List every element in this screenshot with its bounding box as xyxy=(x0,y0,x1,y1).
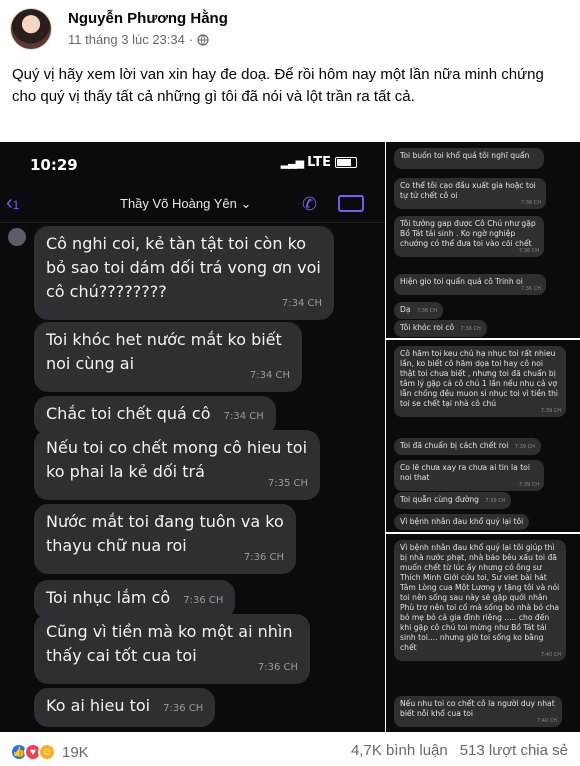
signal-icon: ▂▃▅ xyxy=(280,156,304,169)
chat-bubble: Ko ai hieu toi 7:36 CH xyxy=(34,688,216,727)
chat-header: ‹1 Thầy Võ Hoàng Yên ⌄ ✆ xyxy=(0,190,385,220)
status-time: 10:29 xyxy=(30,156,78,174)
message-text: Cô hãm toi keu chú hạ nhục toi rất nhieu… xyxy=(400,349,559,408)
contact-name: Thầy Võ Hoàng Yên ⌄ xyxy=(120,196,252,211)
sender-avatar xyxy=(8,228,26,246)
post-header: Nguyễn Phương Hằng 11 tháng 3 lúc 23:34 … xyxy=(10,6,570,52)
message-time: 7:40 CH xyxy=(536,718,557,724)
status-bar: 10:29 ▂▃▅ LTE xyxy=(0,142,385,180)
comments-count[interactable]: 4,7K bình luận xyxy=(351,742,448,759)
message-time: 7:34 CH xyxy=(223,411,264,422)
message-text: Toi buồn toi khổ quá tôi nghĩ quẩn xyxy=(400,151,530,160)
chat-bubble: Toi đã chuẩn bị cách chết roi 7:39 CH xyxy=(394,438,541,455)
reactions-summary[interactable]: 👍 ♥ ☺ 19K xyxy=(10,742,89,762)
author-name[interactable]: Nguyễn Phương Hằng xyxy=(68,10,228,27)
message-text: Co thể tôi cạo đầu xuất gia hoặc toi tự … xyxy=(400,181,536,200)
chat-bubble: Cô hãm toi keu chú hạ nhục toi rất nhieu… xyxy=(394,346,566,417)
phone-icon: ✆ xyxy=(302,194,318,214)
video-icon xyxy=(338,195,364,212)
chat-bubble: Toi buồn toi khổ quá tôi nghĩ quẩn xyxy=(394,148,544,169)
chat-bubble: Vì bệnh nhân đau khổ quý lại tôi xyxy=(394,514,530,530)
post-image[interactable]: 10:29 ▂▃▅ LTE ‹1 Thầy Võ Hoàng Yên ⌄ ✆ C… xyxy=(0,142,580,732)
message-time: 7:34 CH xyxy=(281,298,322,309)
message-time: 7:36 CH xyxy=(163,703,204,714)
message-time: 7:40 CH xyxy=(540,652,561,658)
message-time: 7:36 CH xyxy=(518,248,539,254)
chat-bubble: Vì bệnh nhân đau khổ quý lại tôi giúp th… xyxy=(394,540,566,661)
message-text: Cô nghi coi, kẻ tàn tật toi còn ko bỏ sa… xyxy=(46,234,321,301)
message-text: Hiện gio toi quẩn quá cô Trinh oi xyxy=(400,277,523,286)
message-time: 7:34 CH xyxy=(249,370,290,381)
message-time: 7:35 CH xyxy=(267,478,308,489)
message-text: Vì bệnh nhân đau khổ quý lại tôi giúp th… xyxy=(400,543,560,652)
avatar[interactable] xyxy=(10,8,52,50)
message-text: Cũng vì tiền mà ko một ai nhìn thấy cai … xyxy=(46,622,293,665)
message-time: 7:36 CH xyxy=(183,595,224,606)
message-text: Toi quẫn cùng đường xyxy=(400,495,479,504)
chat-bubble: Hiện gio toi quẩn quá cô Trinh oi 7:36 C… xyxy=(394,274,546,295)
chat-screenshot-main: 10:29 ▂▃▅ LTE ‹1 Thầy Võ Hoàng Yên ⌄ ✆ C… xyxy=(0,142,385,732)
chat-bubble: Cũng vì tiền mà ko một ai nhìn thấy cai … xyxy=(34,614,310,684)
chat-bubble: Toi khóc het nước mắt ko biết noi cùng a… xyxy=(34,322,302,392)
chat-bubble: Toi quẫn cùng đường 7:39 CH xyxy=(394,492,512,509)
reaction-count[interactable]: 19K xyxy=(62,744,89,761)
message-time: 7:39 CH xyxy=(518,482,539,488)
message-time: 7:39 CH xyxy=(514,444,535,450)
message-text: Toi nhục lắm cô xyxy=(46,588,171,607)
chat-bubble: Co thể tôi cạo đầu xuất gia hoặc toi tự … xyxy=(394,178,546,209)
message-text: Dạ xyxy=(400,305,411,314)
message-time: 7:36 CH xyxy=(460,326,481,332)
message-text: Chắc toi chết quá cô xyxy=(46,404,211,423)
network-status: ▂▃▅ LTE xyxy=(281,155,357,170)
message-time: 7:36 CH xyxy=(520,200,541,206)
meta-separator: · xyxy=(188,32,194,47)
message-time: 7:39 CH xyxy=(485,498,506,504)
message-text: Vì bệnh nhân đau khổ quý lại tôi xyxy=(400,517,524,526)
chat-bubble: Nếu nhu toi co chết cô la người duy nhat… xyxy=(394,696,562,727)
chat-screenshot-side-2: Cô hãm toi keu chú hạ nhục toi rất nhieu… xyxy=(386,340,580,532)
chat-bubble: Tôi khóc roi cô 7:36 CH xyxy=(394,320,487,337)
message-text: Tôi khóc roi cô xyxy=(400,323,455,332)
post-stats: 4,7K bình luận 513 lượt chia sẻ xyxy=(351,742,568,759)
chat-bubble: Nước mắt toi đang tuôn va ko thayu chữ n… xyxy=(34,504,296,574)
message-time: 7:36 CH xyxy=(520,286,541,292)
haha-icon: ☺ xyxy=(38,743,56,761)
chat-bubble: Dạ 7:36 CH xyxy=(394,302,444,319)
chat-bubble: Co lẽ chưa xay ra chưa ai tin la toi noi… xyxy=(394,460,544,491)
chat-bubble: Tôi tưởng gap được Cô Chú như gặp Bồ Tát… xyxy=(394,216,544,257)
message-text: Toi đã chuẩn bị cách chết roi xyxy=(400,441,509,450)
message-text: Ko ai hieu toi xyxy=(46,696,151,715)
chat-screenshot-side-1: Toi buồn toi khổ quá tôi nghĩ quẩn Co th… xyxy=(386,142,580,338)
message-time: 7:36 CH xyxy=(416,308,438,314)
chat-bubble: Cô nghi coi, kẻ tàn tật toi còn ko bỏ sa… xyxy=(34,226,334,320)
message-text: Toi khóc het nước mắt ko biết noi cùng a… xyxy=(46,330,282,373)
message-time: 7:36 CH xyxy=(257,662,298,673)
network-label: LTE xyxy=(307,155,331,170)
post-text: Quý vị hãy xem lời van xin hay đe doạ. Đ… xyxy=(12,66,544,105)
shares-count[interactable]: 513 lượt chia sẻ xyxy=(460,742,568,759)
message-text: Co lẽ chưa xay ra chưa ai tin la toi noi… xyxy=(400,463,530,482)
back-icon: ‹1 xyxy=(6,192,20,214)
message-time: 7:39 CH xyxy=(540,408,561,414)
globe-icon xyxy=(197,33,209,46)
message-time: 7:36 CH xyxy=(243,552,284,563)
divider xyxy=(0,222,385,223)
chat-bubble: Nếu toi co chết mong cô hieu toi ko phai… xyxy=(34,430,320,500)
post-meta: 11 tháng 3 lúc 23:34 · xyxy=(68,32,209,47)
battery-icon xyxy=(335,157,357,168)
message-text: Nếu nhu toi co chết cô la người duy nhat… xyxy=(400,699,555,718)
message-text: Tôi tưởng gap được Cô Chú như gặp Bồ Tát… xyxy=(400,219,536,248)
chat-screenshot-side-3: Vì bệnh nhân đau khổ quý lại tôi giúp th… xyxy=(386,534,580,732)
post-timestamp[interactable]: 11 tháng 3 lúc 23:34 xyxy=(68,32,185,47)
